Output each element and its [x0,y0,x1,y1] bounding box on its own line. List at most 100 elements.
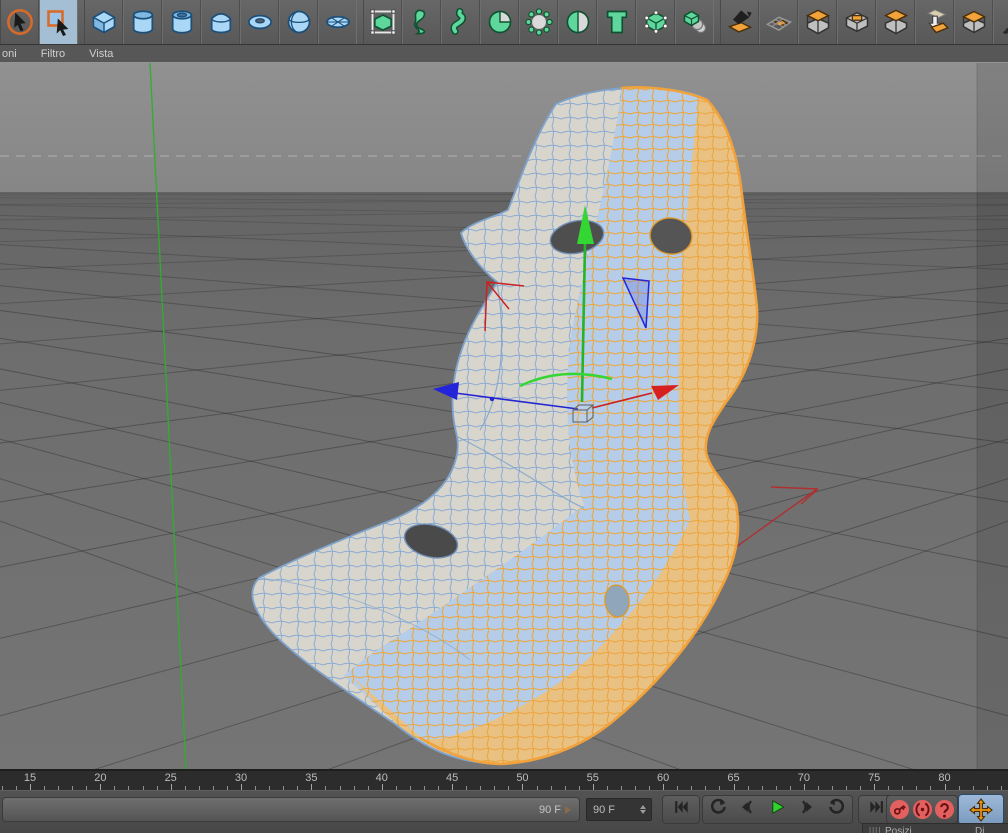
play-backwards-button[interactable] [702,795,734,824]
frame-slider[interactable]: 90 F [2,797,580,822]
oil-tank-primitive-icon [207,8,235,36]
array-object-icon [681,8,709,36]
ruler-frame-label: 50 [516,772,529,784]
goto-start-button[interactable] [662,795,700,824]
play-forwards-icon [767,797,787,822]
tool-knife-tool[interactable] [993,0,1008,44]
ruler-frame-label: 25 [164,772,177,784]
subdivision-surface-icon [369,8,397,36]
stepper-up-icon[interactable] [640,805,646,809]
metaball-icon [524,8,553,36]
play-backwards-icon [708,797,728,822]
tool-instance-object[interactable] [636,0,675,44]
ruler-frame-label: 80 [938,772,951,784]
ruler-frame-label: 75 [868,772,881,784]
viewport-scene [0,63,1008,769]
frame-slider-marker-icon [565,805,571,814]
boolean-icon [564,8,592,36]
play-forwards-button[interactable] [762,795,793,824]
gizmo-center-cube[interactable] [572,404,595,423]
tool-cube-primitive[interactable] [85,0,123,44]
timeline-ruler[interactable]: 152025303540455055606570758085 [0,769,1008,792]
panel-label-position: Posizi [885,826,912,833]
tube-primitive-icon [168,8,196,36]
gizmo-z-dot [489,396,495,402]
menu-oni[interactable]: oni [0,48,29,60]
loft-nurbs-icon [486,8,514,36]
disc-primitive-icon [324,8,352,36]
tool-live-selection-tool[interactable] [1,0,39,44]
application-window: oni Filtro Vista 15 20 25 30 35 40 45 50… [0,0,1008,833]
instance-object-icon [642,8,670,36]
text-object-icon [603,8,631,36]
extrude-tool-icon [804,8,832,36]
ruler-frame-label: 20 [94,772,107,784]
panel-grip-icon: |||| [869,826,882,833]
tool-extrude-inner-tool[interactable] [837,0,876,44]
panel-label-size: Di [975,826,985,833]
frame-stepper[interactable] [637,805,649,814]
perspective-viewport[interactable] [0,63,1008,769]
live-selection-tool-icon [6,8,34,36]
previous-key-button[interactable] [732,795,763,824]
menu-filtro[interactable]: Filtro [29,48,77,60]
toolbar-group-modeling [720,0,1008,44]
tool-smooth-shift-tool[interactable] [954,0,993,44]
polygon-plane-icon [765,8,793,36]
toolbar-group-generators [363,0,714,44]
ruler-frame-label: 65 [727,772,740,784]
frame-slider-value: 90 F [538,803,561,816]
animation-toolbar: 90 F 90 F |||| Posizi Di [0,790,1008,833]
ruler-frame-label: 35 [305,772,318,784]
tool-sweep-nurbs[interactable] [441,0,480,44]
next-key-button[interactable] [792,795,823,824]
record-options-icon [935,799,955,820]
tool-array-object[interactable] [675,0,713,44]
viewport-right-shade [977,63,1008,769]
tool-polygon-plane[interactable] [759,0,798,44]
tool-text-object[interactable] [597,0,636,44]
matrix-extrude-tool-icon [882,8,910,36]
toolbar-group-primitives [84,0,357,44]
tool-tube-primitive[interactable] [162,0,201,44]
autokeying-button[interactable] [912,799,933,820]
ruler-frame-label: 70 [797,772,810,784]
main-toolbar [0,0,1008,45]
tool-spline-pen[interactable] [721,0,759,44]
rectangle-selection-tool-icon [45,8,73,36]
extrude-inner-tool-icon [843,8,871,36]
tool-torus-primitive[interactable] [240,0,279,44]
tool-normal-move-tool[interactable] [915,0,954,44]
tool-lathe-nurbs[interactable] [402,0,441,44]
viewport-menubar: oni Filtro Vista [0,45,1008,63]
sphere-primitive-icon [285,8,313,36]
sweep-nurbs-icon [447,8,475,36]
tool-disc-primitive[interactable] [318,0,356,44]
tool-extrude-tool[interactable] [798,0,837,44]
knife-tool-icon [999,8,1008,36]
tool-sphere-primitive[interactable] [279,0,318,44]
cylinder-primitive-icon [129,8,157,36]
move-tool-button[interactable] [958,794,1004,825]
ruler-frame-label: 45 [445,772,459,784]
current-frame-field[interactable]: 90 F [586,798,652,821]
tool-loft-nurbs[interactable] [480,0,519,44]
stepper-down-icon[interactable] [640,810,646,814]
tool-oil-tank-primitive[interactable] [201,0,240,44]
ruler-frame-label: 15 [23,772,37,784]
record-options-button[interactable] [934,799,955,820]
tool-metaball[interactable] [519,0,558,44]
torus-primitive-icon [246,8,274,36]
move-cross-icon [969,797,993,822]
menu-vista[interactable]: Vista [77,48,125,60]
tool-matrix-extrude-tool[interactable] [876,0,915,44]
cube-primitive-icon [90,8,118,36]
record-keyframe-icon [889,799,909,820]
tool-boolean[interactable] [558,0,597,44]
tool-subdivision-surface[interactable] [364,0,402,44]
tool-rectangle-selection-tool[interactable] [39,0,77,44]
record-keyframe-button[interactable] [889,799,910,820]
smooth-shift-tool-icon [960,8,988,36]
loop-button[interactable] [822,795,853,824]
tool-cylinder-primitive[interactable] [123,0,162,44]
